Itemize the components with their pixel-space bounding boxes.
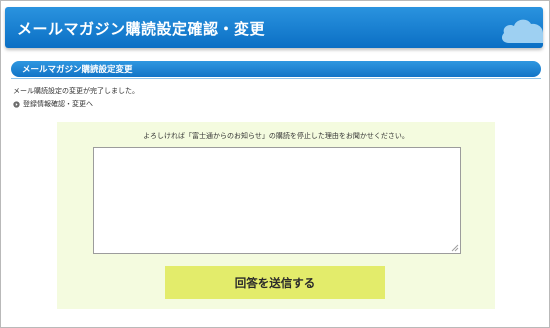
completion-message: メール購読設定の変更が完了しました。 — [13, 87, 139, 95]
submit-answer-button[interactable]: 回答を送信する — [165, 266, 385, 299]
arrow-bullet-icon — [13, 100, 20, 108]
section-divider — [11, 78, 541, 79]
section-title: メールマガジン購読設定変更 — [22, 65, 133, 75]
cloud-icon — [501, 19, 543, 43]
account-info-link[interactable]: 登録情報確認・変更へ — [13, 99, 93, 109]
survey-panel: よろしければ「富士通からのお知らせ」の購読を停止した理由をお聞かせください。 回… — [57, 122, 495, 309]
page-frame: メールマガジン購読設定確認・変更 メールマガジン購読設定変更 メール購読設定の変… — [0, 0, 550, 328]
resize-grip-icon[interactable] — [450, 243, 459, 252]
account-info-link-label: 登録情報確認・変更へ — [23, 100, 93, 108]
page-title: メールマガジン購読設定確認・変更 — [17, 20, 266, 38]
page-header: メールマガジン購読設定確認・変更 — [5, 7, 543, 48]
section-header: メールマガジン購読設定変更 — [11, 61, 541, 77]
survey-question: よろしければ「富士通からのお知らせ」の購読を停止した理由をお聞かせください。 — [143, 132, 409, 140]
reason-textarea[interactable] — [93, 147, 461, 254]
